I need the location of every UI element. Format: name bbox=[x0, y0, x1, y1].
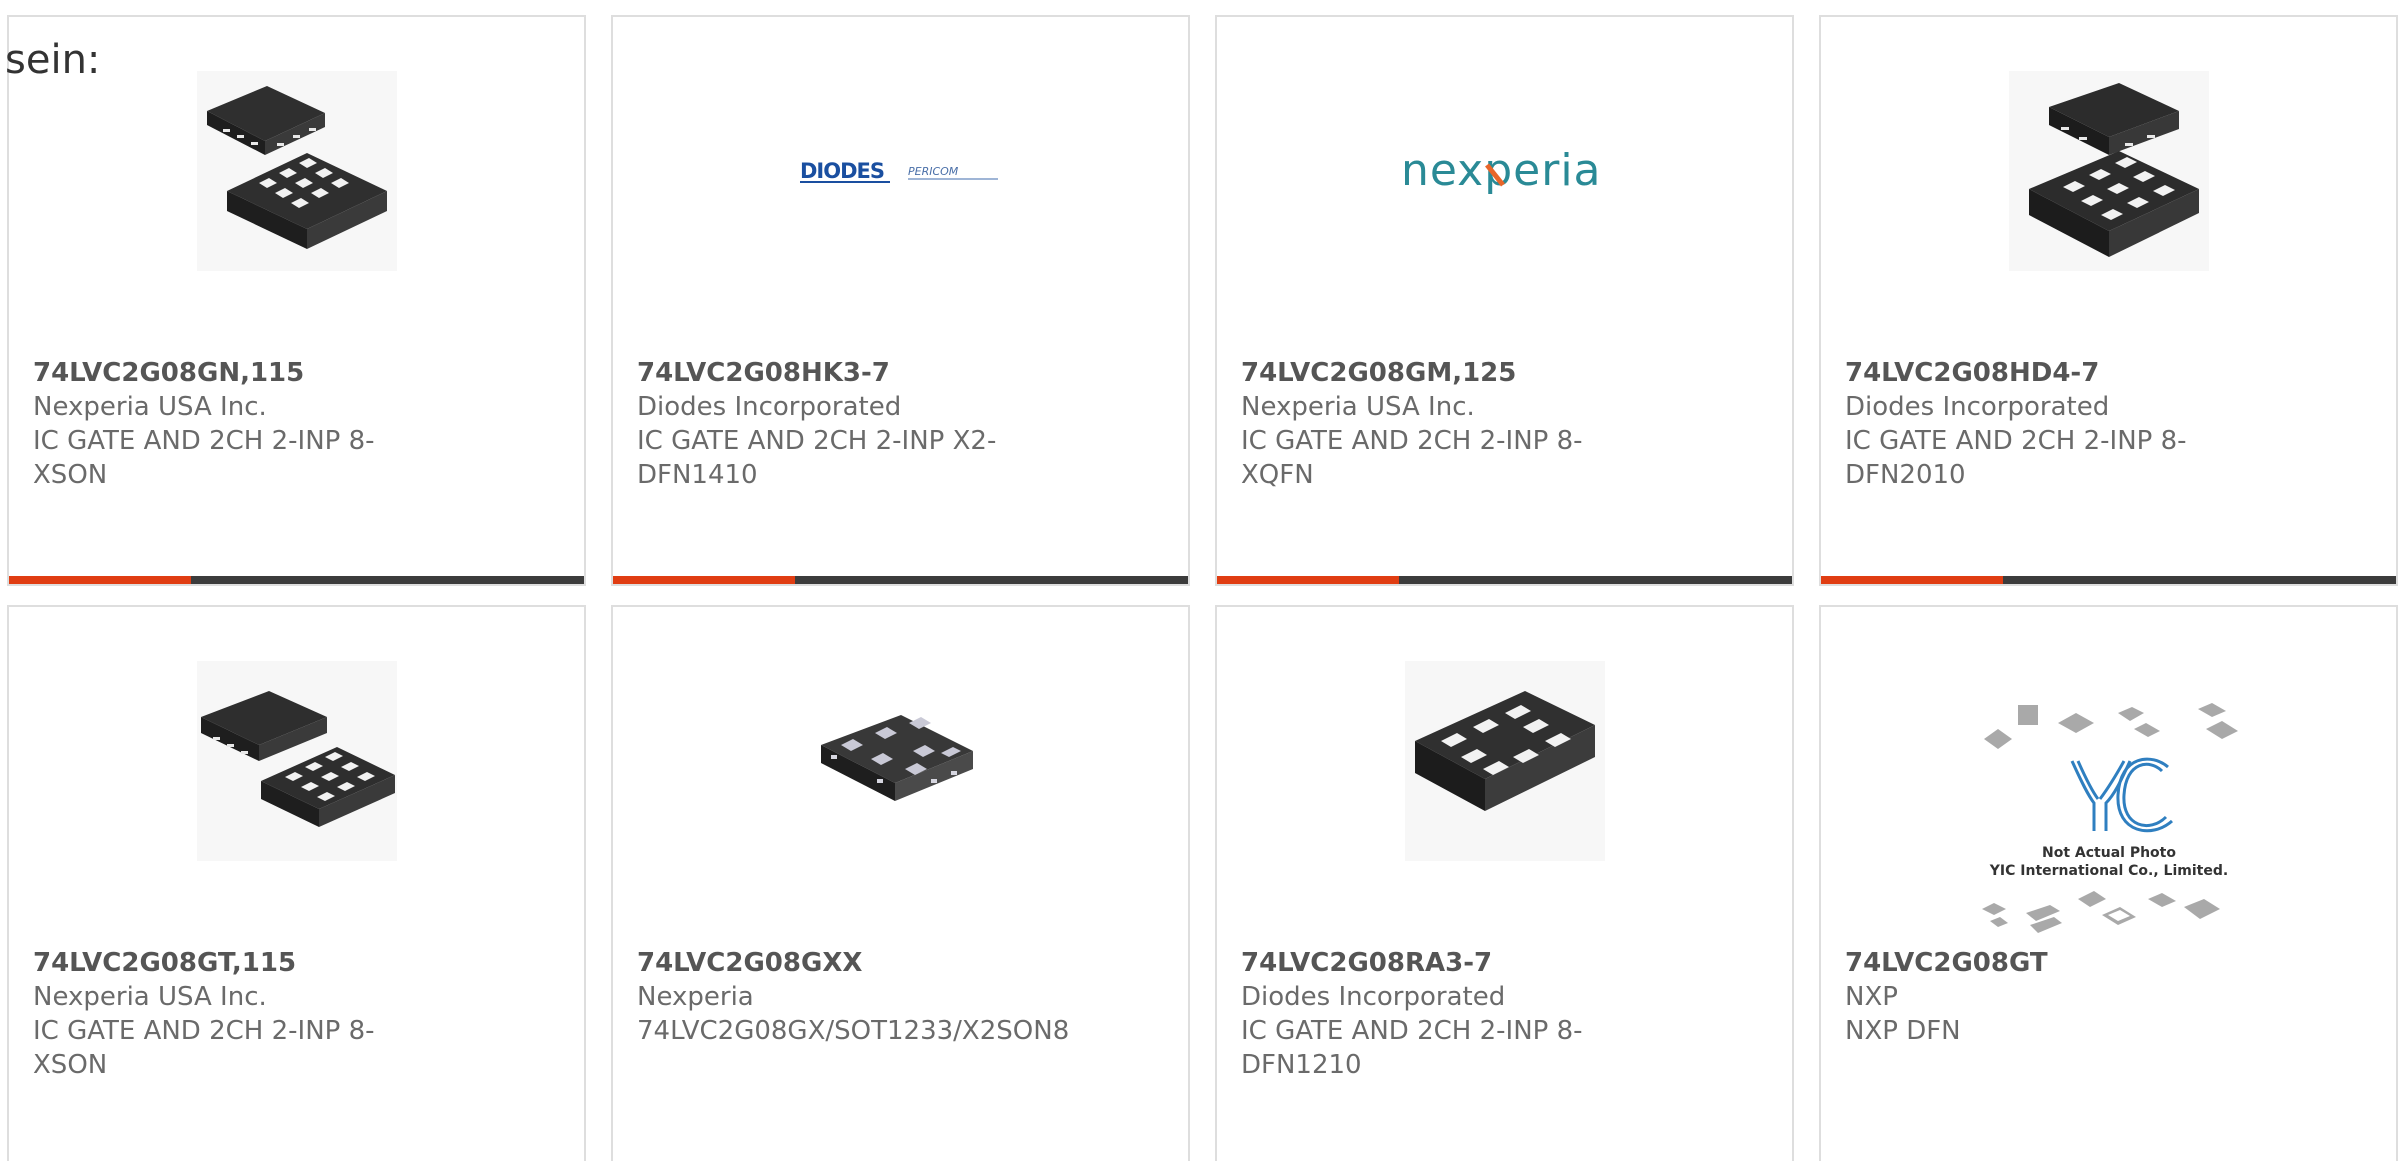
product-card[interactable]: 74LVC2G08GN,115 Nexperia USA Inc. IC GAT… bbox=[7, 15, 586, 586]
product-image-link[interactable] bbox=[9, 659, 584, 863]
product-image-link[interactable]: nexperia bbox=[1217, 69, 1792, 273]
placeholder-line-2: YIC International Co., Limited. bbox=[1988, 863, 2227, 879]
product-image-link[interactable] bbox=[613, 659, 1188, 863]
product-info: 74LVC2G08GN,115 Nexperia USA Inc. IC GAT… bbox=[33, 356, 414, 492]
product-card[interactable]: 74LVC2G08GXX Nexperia 74LVC2G08GX/SOT123… bbox=[611, 605, 1190, 1161]
xson8-package-icon bbox=[196, 661, 397, 861]
product-info: 74LVC2G08GT NXP NXP DFN bbox=[1845, 946, 2226, 1048]
product-info: 74LVC2G08RA3-7 Diodes Incorporated IC GA… bbox=[1241, 946, 1622, 1082]
product-results-page: sein: 74LVC2G08GN,115 Nexperia USA Inc. … bbox=[0, 0, 2400, 1161]
part-number-link[interactable]: 74LVC2G08GM,125 bbox=[1241, 356, 1622, 390]
part-number-link[interactable]: 74LVC2G08GT bbox=[1845, 946, 2226, 980]
product-image-link[interactable]: Not Actual Photo YIC International Co., … bbox=[1821, 699, 2396, 939]
product-image-link[interactable] bbox=[9, 69, 584, 273]
nexperia-logo-text: nexperia bbox=[1401, 145, 1602, 196]
manufacturer: NXP bbox=[1845, 982, 1898, 1012]
pericom-logo-text: PERICOM bbox=[908, 165, 959, 178]
product-info: 74LVC2G08GM,125 Nexperia USA Inc. IC GAT… bbox=[1241, 356, 1622, 492]
product-image-link[interactable]: DIODES PERICOM bbox=[613, 69, 1188, 273]
product-card[interactable]: nexperia 74LVC2G08GM,125 Nexperia USA In… bbox=[1215, 15, 1794, 586]
manufacturer: Nexperia USA Inc. bbox=[33, 392, 267, 422]
part-number-link[interactable]: 74LVC2G08GT,115 bbox=[33, 946, 414, 980]
part-number-link[interactable]: 74LVC2G08GN,115 bbox=[33, 356, 414, 390]
product-card[interactable]: 74LVC2G08HD4-7 Diodes Incorporated IC GA… bbox=[1819, 15, 2398, 586]
product-card[interactable]: Not Actual Photo YIC International Co., … bbox=[1819, 605, 2398, 1161]
product-description: NXP DFN bbox=[1845, 1016, 1961, 1046]
x2son8-package-icon bbox=[800, 661, 1001, 861]
product-card[interactable]: DIODES PERICOM 74LVC2G08HK3-7 Diodes Inc… bbox=[611, 15, 1190, 586]
product-image-link[interactable] bbox=[1217, 659, 1792, 863]
product-card[interactable]: 74LVC2G08RA3-7 Diodes Incorporated IC GA… bbox=[1215, 605, 1794, 1161]
product-description: IC GATE AND 2CH 2-INP 8-XSON bbox=[33, 426, 375, 490]
section-heading: sein: bbox=[5, 37, 101, 83]
product-description: 74LVC2G08GX/SOT1233/X2SON8 bbox=[637, 1016, 1070, 1046]
nexperia-logo-icon: nexperia bbox=[1401, 145, 1602, 196]
diodes-pericom-logo-icon: DIODES PERICOM bbox=[799, 159, 1002, 183]
manufacturer: Nexperia USA Inc. bbox=[33, 982, 267, 1012]
product-description: IC GATE AND 2CH 2-INP 8-DFN1210 bbox=[1241, 1016, 1583, 1080]
product-description: IC GATE AND 2CH 2-INP X2-DFN1410 bbox=[637, 426, 997, 490]
product-description: IC GATE AND 2CH 2-INP 8-XQFN bbox=[1241, 426, 1583, 490]
yic-placeholder-photo-icon: Not Actual Photo YIC International Co., … bbox=[1981, 703, 2238, 933]
part-number-link[interactable]: 74LVC2G08RA3-7 bbox=[1241, 946, 1622, 980]
product-info: 74LVC2G08GXX Nexperia 74LVC2G08GX/SOT123… bbox=[637, 946, 1070, 1048]
product-info: 74LVC2G08HD4-7 Diodes Incorporated IC GA… bbox=[1845, 356, 2226, 492]
product-info: 74LVC2G08HK3-7 Diodes Incorporated IC GA… bbox=[637, 356, 1018, 492]
product-description: IC GATE AND 2CH 2-INP 8-DFN2010 bbox=[1845, 426, 2187, 490]
manufacturer: Nexperia bbox=[637, 982, 754, 1012]
product-description: IC GATE AND 2CH 2-INP 8-XSON bbox=[33, 1016, 375, 1080]
placeholder-line-1: Not Actual Photo bbox=[2042, 845, 2176, 861]
dfn2010-package-icon bbox=[2008, 71, 2209, 271]
part-number-link[interactable]: 74LVC2G08GXX bbox=[637, 946, 1018, 980]
manufacturer: Diodes Incorporated bbox=[637, 392, 902, 422]
manufacturer: Diodes Incorporated bbox=[1845, 392, 2110, 422]
card-accent-bar bbox=[1217, 576, 1792, 584]
card-accent-bar bbox=[613, 576, 1188, 584]
product-info: 74LVC2G08GT,115 Nexperia USA Inc. IC GAT… bbox=[33, 946, 414, 1082]
product-card[interactable]: 74LVC2G08GT,115 Nexperia USA Inc. IC GAT… bbox=[7, 605, 586, 1161]
manufacturer: Nexperia USA Inc. bbox=[1241, 392, 1475, 422]
diodes-logo-text: DIODES bbox=[800, 159, 884, 183]
dfn1210-package-icon bbox=[1404, 661, 1605, 861]
part-number-link[interactable]: 74LVC2G08HD4-7 bbox=[1845, 356, 2226, 390]
card-accent-bar bbox=[1821, 576, 2396, 584]
xson8-package-icon bbox=[196, 71, 397, 271]
card-accent-bar bbox=[9, 576, 584, 584]
product-image-link[interactable] bbox=[1821, 69, 2396, 273]
part-number-link[interactable]: 74LVC2G08HK3-7 bbox=[637, 356, 1018, 390]
manufacturer: Diodes Incorporated bbox=[1241, 982, 1506, 1012]
